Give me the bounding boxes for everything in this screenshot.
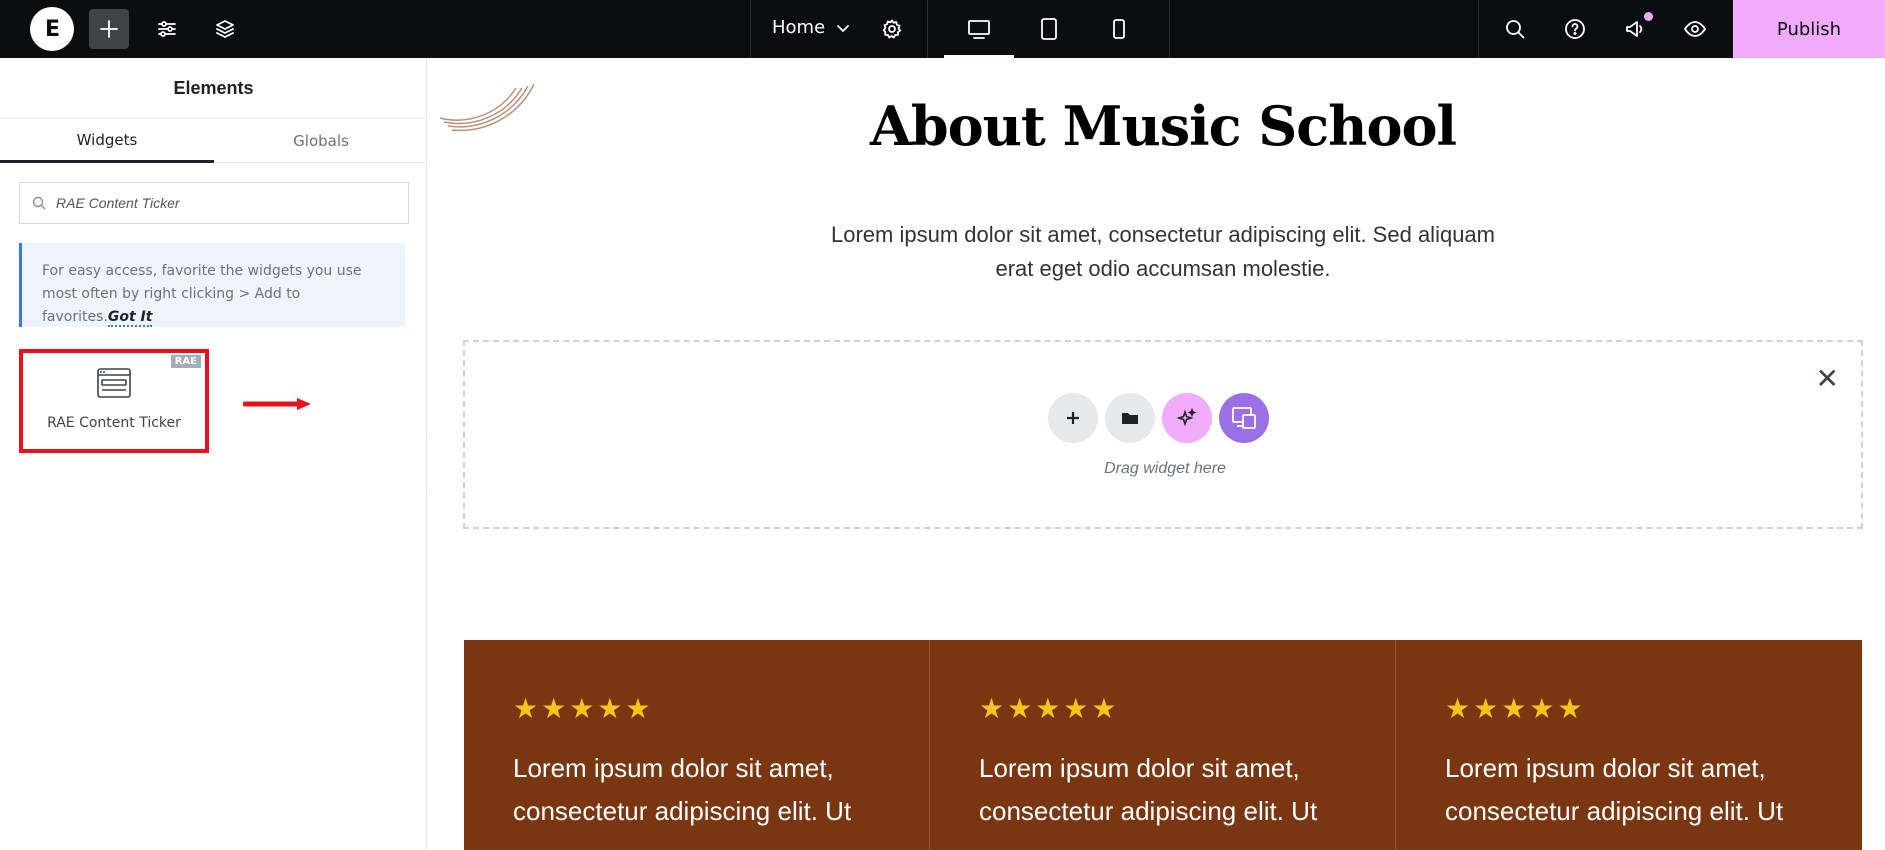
panel-title: Elements <box>173 78 254 98</box>
page-selector[interactable]: Home <box>772 17 851 38</box>
sliders-icon <box>158 21 176 37</box>
section-intro[interactable]: Lorem ipsum dolor sit amet, consectetur … <box>813 218 1513 286</box>
publish-button[interactable]: Publish <box>1733 0 1885 58</box>
widget-label: RAE Content Ticker <box>47 415 181 431</box>
help-icon <box>1565 19 1585 39</box>
section-title[interactable]: About Music School <box>428 94 1885 158</box>
tablet-view-button[interactable] <box>1029 9 1069 49</box>
testimonial-text: Lorem ipsum dolor sit amet, consectetur … <box>979 753 1318 826</box>
widget-rae-content-ticker[interactable]: RAE RAE Content Ticker <box>19 349 209 453</box>
eye-icon <box>1684 21 1706 37</box>
divider <box>1169 0 1170 58</box>
divider <box>750 0 751 58</box>
testimonial-text: Lorem ipsum dolor sit amet, consectetur … <box>1445 753 1784 826</box>
responsive-layout-icon <box>1232 407 1256 429</box>
desktop-icon <box>968 20 990 39</box>
mobile-icon <box>1113 19 1125 39</box>
content-ticker-icon <box>97 368 131 398</box>
gear-icon <box>882 19 902 39</box>
site-settings-button[interactable] <box>147 9 187 49</box>
testimonial-card[interactable]: ★★★★★ Lorem ipsum dolor sit amet, consec… <box>1396 640 1862 850</box>
structure-button[interactable] <box>205 9 245 49</box>
sparkle-icon <box>1176 407 1197 427</box>
got-it-link[interactable]: Got It <box>107 309 153 327</box>
tab-globals[interactable]: Globals <box>214 119 428 163</box>
elements-panel: Elements Widgets Globals For easy access… <box>0 58 427 850</box>
elementor-logo[interactable]: E <box>30 7 74 51</box>
testimonial-card[interactable]: ★★★★★ Lorem ipsum dolor sit amet, consec… <box>464 640 930 850</box>
testimonial-text: Lorem ipsum dolor sit amet, consectetur … <box>513 753 852 826</box>
testimonial-card[interactable]: ★★★★★ Lorem ipsum dolor sit amet, consec… <box>930 640 1396 850</box>
add-icon <box>1067 412 1079 424</box>
divider <box>927 0 928 58</box>
ai-generate-button[interactable] <box>1162 393 1212 443</box>
star-rating: ★★★★★ <box>513 692 654 725</box>
add-widget-library-button[interactable] <box>1219 393 1269 443</box>
desktop-view-button[interactable] <box>959 9 999 49</box>
editor-canvas: About Music School Lorem ipsum dolor sit… <box>428 58 1885 850</box>
favorites-tip: For easy access, favorite the widgets yo… <box>19 243 405 327</box>
empty-container-dropzone[interactable]: ✕ Drag widget here <box>463 340 1863 529</box>
page-settings-button[interactable] <box>872 9 912 49</box>
search-icon <box>1506 20 1525 39</box>
top-bar: E Home Publish <box>0 0 1885 58</box>
help-button[interactable] <box>1555 9 1595 49</box>
star-rating: ★★★★★ <box>979 692 1120 725</box>
divider <box>1478 0 1479 58</box>
add-template-button[interactable] <box>1105 393 1155 443</box>
finder-button[interactable] <box>1495 9 1535 49</box>
logo-glyph: E <box>44 16 60 42</box>
tablet-icon <box>1041 18 1057 40</box>
add-element-button[interactable] <box>89 9 129 49</box>
search-input[interactable] <box>56 195 386 211</box>
notification-dot <box>1644 12 1653 21</box>
testimonials-section[interactable]: ★★★★★ Lorem ipsum dolor sit amet, consec… <box>464 640 1862 850</box>
star-rating: ★★★★★ <box>1445 692 1586 725</box>
close-icon[interactable]: ✕ <box>1816 362 1839 395</box>
folder-icon <box>1122 413 1138 424</box>
widget-search[interactable] <box>19 182 409 224</box>
mobile-view-button[interactable] <box>1099 9 1139 49</box>
search-icon <box>32 196 46 210</box>
layers-icon <box>216 20 234 38</box>
arrow-annotation-icon <box>243 398 311 410</box>
panel-tabs: Widgets Globals <box>0 118 427 163</box>
megaphone-icon <box>1626 21 1643 37</box>
page-name: Home <box>772 17 826 38</box>
chevron-down-icon <box>837 24 850 32</box>
preview-button[interactable] <box>1675 9 1715 49</box>
add-section-button[interactable] <box>1048 393 1098 443</box>
dropzone-actions <box>1048 393 1269 443</box>
add-icon <box>100 20 118 38</box>
dropzone-hint: Drag widget here <box>1104 460 1226 477</box>
tip-text: For easy access, favorite the widgets yo… <box>42 263 362 325</box>
rae-badge: RAE <box>170 355 201 368</box>
tab-widgets[interactable]: Widgets <box>0 119 214 163</box>
